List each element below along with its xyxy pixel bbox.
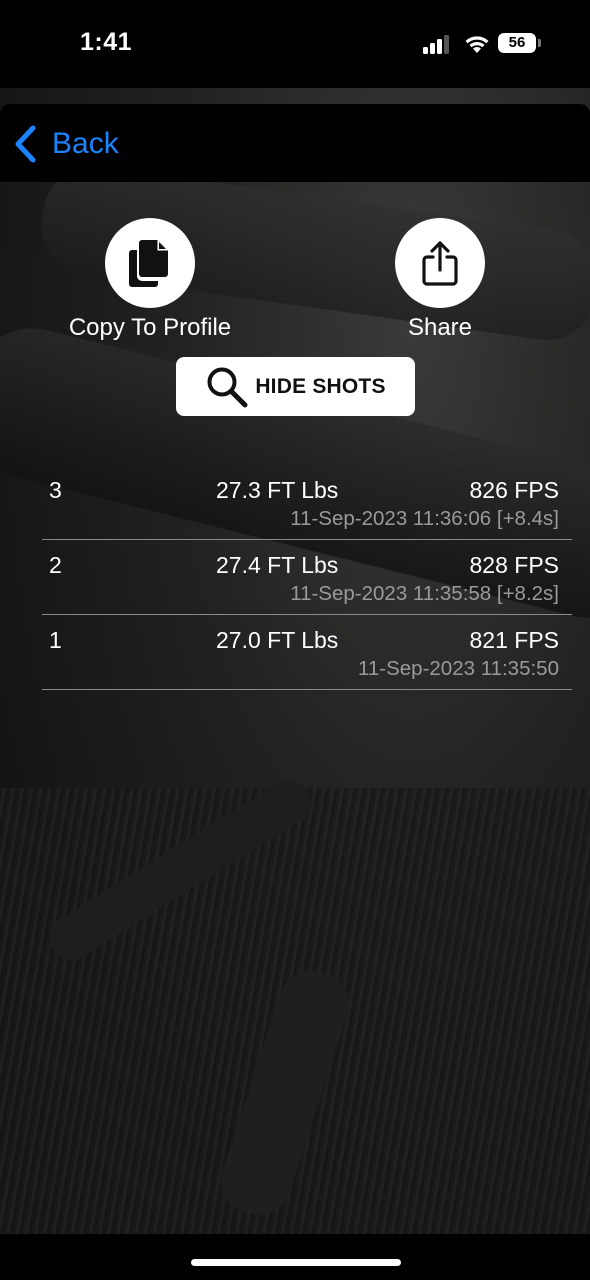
magnifier-icon (207, 367, 248, 407)
shot-velocity: 821 FPS (469, 627, 560, 653)
status-bar: 1:41 56 (0, 0, 590, 88)
shot-number: 3 (49, 477, 62, 503)
hide-shots-label: HIDE SHOTS (255, 374, 386, 398)
shot-velocity: 826 FPS (469, 477, 560, 503)
shot-row[interactable]: 1 27.0 FT Lbs 821 FPS 11-Sep-2023 11:35:… (42, 615, 572, 690)
copy-icon-circle (105, 218, 195, 308)
shot-row[interactable]: 2 27.4 FT Lbs 828 FPS 11-Sep-2023 11:35:… (42, 540, 572, 615)
wifi-icon (465, 36, 489, 53)
copy-to-profile-label: Copy To Profile (68, 314, 232, 341)
bottom-bar (0, 1234, 590, 1280)
home-indicator[interactable] (191, 1259, 401, 1266)
share-button[interactable]: Share (340, 218, 540, 342)
chevron-left-icon (15, 125, 36, 163)
cellular-signal-icon (423, 34, 453, 54)
copy-icon (129, 240, 168, 287)
share-icon-circle (395, 218, 485, 308)
shot-list: 3 27.3 FT Lbs 826 FPS 11-Sep-2023 11:36:… (42, 465, 572, 690)
shot-timestamp: 11-Sep-2023 11:35:58 [+8.2s] (290, 582, 559, 605)
copy-to-profile-button[interactable]: Copy To Profile (50, 218, 250, 342)
shot-velocity: 828 FPS (469, 552, 560, 578)
shot-number: 1 (49, 627, 62, 653)
navigation-bar: Back (0, 104, 590, 182)
shot-row[interactable]: 3 27.3 FT Lbs 826 FPS 11-Sep-2023 11:36:… (42, 465, 572, 540)
back-button[interactable]: Back (12, 122, 119, 166)
shot-energy: 27.0 FT Lbs (216, 627, 339, 653)
shot-energy: 27.4 FT Lbs (216, 552, 339, 578)
shot-number: 2 (49, 552, 62, 578)
status-time: 1:41 (80, 28, 133, 56)
share-label: Share (407, 314, 473, 341)
back-label: Back (52, 127, 119, 160)
shot-energy: 27.3 FT Lbs (216, 477, 339, 503)
battery-nub (538, 39, 541, 47)
shot-timestamp: 11-Sep-2023 11:35:50 (358, 657, 559, 680)
battery-level: 56 (498, 33, 536, 53)
shot-timestamp: 11-Sep-2023 11:36:06 [+8.4s] (290, 507, 559, 530)
hide-shots-button[interactable]: HIDE SHOTS (176, 357, 415, 416)
share-icon (422, 241, 458, 286)
